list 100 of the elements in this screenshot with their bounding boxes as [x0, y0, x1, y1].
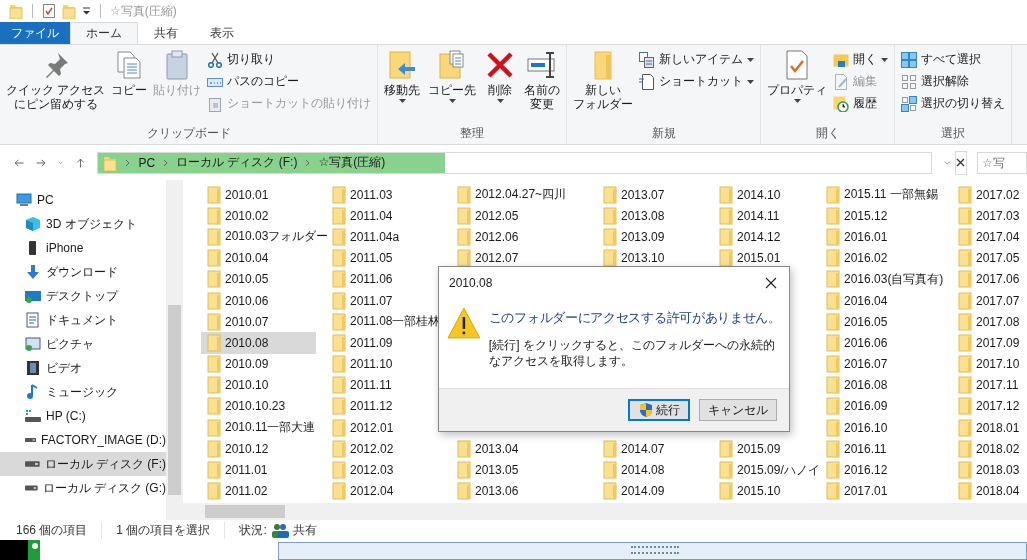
nav-item[interactable]: PC [0, 188, 166, 212]
folder-item[interactable]: 2010.12 [201, 438, 273, 460]
ribbon-button[interactable]: ショートカット [637, 71, 757, 92]
folder-item[interactable]: 2010.10.23 [201, 395, 290, 418]
folder-item[interactable]: 2015.12 [820, 205, 892, 227]
folder-item[interactable]: 2010.11一部大連 [201, 417, 320, 439]
folder-item[interactable]: 2016.03(自写真有) [820, 268, 948, 290]
folder-item[interactable]: 2012.06 [451, 226, 523, 248]
address-bar[interactable]: PC ローカル ディスク (F:) ☆写真(圧縮) [97, 151, 933, 174]
folder-item[interactable]: 2010.10 [201, 374, 273, 396]
breadcrumb[interactable]: ☆写真(圧縮) [318, 154, 386, 171]
folder-item[interactable]: 2011.01 [201, 459, 272, 481]
folder-item[interactable]: 2013.07 [597, 184, 669, 206]
folder-item[interactable]: 2013.05 [451, 459, 523, 481]
folder-item[interactable]: 2013.09 [597, 226, 669, 248]
nav-item[interactable]: デスクトップ [0, 284, 166, 308]
folder-item[interactable]: 2011.04 [326, 205, 397, 227]
ribbon-tab[interactable]: 表示 [194, 22, 250, 44]
folder-item[interactable]: 2010.04 [201, 247, 273, 269]
chevron-down-icon[interactable] [58, 159, 64, 166]
folder-item[interactable]: 2014.10 [713, 184, 785, 206]
folder-item[interactable]: 2017.03 [952, 205, 1024, 227]
ribbon-button[interactable]: コピー先 [426, 48, 479, 105]
folder-item[interactable]: 2010.01 [201, 184, 273, 206]
folder-item[interactable]: 2017.05 [952, 247, 1024, 269]
nav-item[interactable]: ピクチャ [0, 332, 166, 356]
folder-item[interactable]: 2012.04.27~四川 [451, 184, 571, 206]
folder-item[interactable]: 2014.07 [597, 438, 669, 460]
folder-item[interactable]: 2018.01 [952, 417, 1024, 439]
breadcrumb[interactable]: PC [138, 155, 156, 170]
folder-item[interactable]: 2017.09 [952, 332, 1024, 354]
folder-item[interactable]: 2011.07 [326, 289, 397, 312]
folder-item[interactable]: 2017.10 [952, 353, 1024, 375]
folder-item[interactable]: 2016.04 [820, 289, 892, 312]
ribbon-tab[interactable]: 共有 [138, 22, 194, 44]
folder-item[interactable]: 2015.01 [713, 247, 785, 269]
ribbon-tab[interactable]: ホーム [70, 22, 138, 44]
folder-item[interactable]: 2010.07 [201, 311, 273, 333]
ribbon-button[interactable]: 名前の 変更 [522, 48, 563, 113]
folder-item[interactable]: 2016.07 [820, 353, 892, 375]
folder-item[interactable]: 2010.09 [201, 353, 273, 375]
folder-item[interactable]: 2011.05 [326, 247, 397, 269]
ribbon-button[interactable]: コピー [109, 48, 150, 99]
ribbon-button[interactable]: すべて選択 [899, 49, 984, 70]
folder-item[interactable]: 2013.08 [597, 205, 669, 227]
folder-item[interactable]: 2017.02 [952, 184, 1024, 206]
dialog-button[interactable]: 続行 [628, 399, 690, 421]
ribbon-button[interactable]: 新しいアイテム [637, 49, 757, 70]
folder-item[interactable]: 2011.02 [201, 480, 272, 502]
folder-item[interactable]: 2017.08 [952, 311, 1024, 333]
folder-item[interactable]: 2016.01 [820, 226, 892, 248]
folder-item[interactable]: 2014.12 [713, 226, 785, 248]
folder-item[interactable]: 2018.03 [952, 459, 1024, 481]
folder-item[interactable]: 2015.11 一部無錫 [820, 184, 942, 206]
folder-item[interactable]: 2011.11 [326, 374, 396, 396]
folder-item[interactable]: 2017.01 [820, 480, 892, 502]
folder-item[interactable]: 2013.06 [451, 480, 523, 502]
ribbon-button[interactable]: 開く [831, 49, 891, 70]
ribbon-button[interactable]: 切り取り [205, 49, 278, 70]
checklist-icon[interactable] [42, 3, 56, 19]
folder-item[interactable]: 2011.12 [326, 395, 397, 418]
folder-item[interactable]: 2017.11 [952, 374, 1023, 396]
nav-item[interactable]: ローカル ディスク (G:) [0, 476, 166, 500]
folder-item[interactable]: 2011.10 [326, 353, 397, 375]
nav-item[interactable]: ローカル ディスク (F:) [0, 452, 166, 476]
customize-caret-icon[interactable] [82, 7, 91, 15]
folder-item[interactable]: 2017.04 [952, 226, 1024, 248]
folder-item[interactable]: 2016.06 [820, 332, 892, 354]
folder-item[interactable]: 2015.10 [713, 480, 785, 502]
nav-item[interactable]: FACTORY_IMAGE (D:) [0, 428, 166, 452]
folder-item[interactable]: 2017.06 [952, 268, 1024, 290]
ribbon-button[interactable]: 選択解除 [899, 71, 972, 92]
chevron-down-icon[interactable] [944, 159, 951, 166]
scrollbar[interactable] [166, 180, 183, 520]
ribbon-button[interactable]: 削除 [482, 48, 519, 105]
folder-item[interactable]: 2016.09 [820, 395, 892, 418]
folder-item[interactable]: 2016.11 [820, 438, 891, 460]
folder-item[interactable]: 2018.02 [952, 438, 1024, 460]
folder-item[interactable]: 2016.05 [820, 311, 892, 333]
breadcrumb[interactable]: ローカル ディスク (F:) [176, 154, 298, 171]
scrollbar[interactable] [183, 503, 1027, 520]
dialog-button[interactable]: キャンセル [699, 399, 777, 421]
ribbon-button[interactable]: プロパティ [765, 48, 830, 105]
folder-item[interactable]: 2011.06 [326, 268, 397, 290]
folder-item[interactable]: 2012.07 [451, 247, 523, 269]
ribbon-button[interactable]: パスのコピー [205, 71, 302, 92]
nav-item[interactable]: ビデオ [0, 356, 166, 380]
folder-item[interactable]: 2012.01 [326, 417, 398, 439]
folder-item[interactable]: 2012.04 [326, 480, 398, 502]
nav-item[interactable]: ミュージック [0, 380, 166, 404]
ribbon-button[interactable]: 履歴 [831, 93, 880, 114]
ribbon-button[interactable]: 移動先 [382, 48, 423, 105]
search-field[interactable]: ☆写 [977, 151, 1027, 174]
folder-item[interactable]: 2012.02 [326, 438, 398, 460]
ribbon-button[interactable]: 選択の切り替え [899, 93, 1008, 114]
folder-item[interactable]: 2017.07 [952, 289, 1024, 312]
ribbon-button[interactable]: 新しい フォルダー [571, 48, 636, 113]
folder-item[interactable]: 2014.09 [597, 480, 669, 502]
folder-item[interactable]: 2015.09 [713, 438, 785, 460]
folder-item[interactable]: 2011.03 [326, 184, 397, 206]
